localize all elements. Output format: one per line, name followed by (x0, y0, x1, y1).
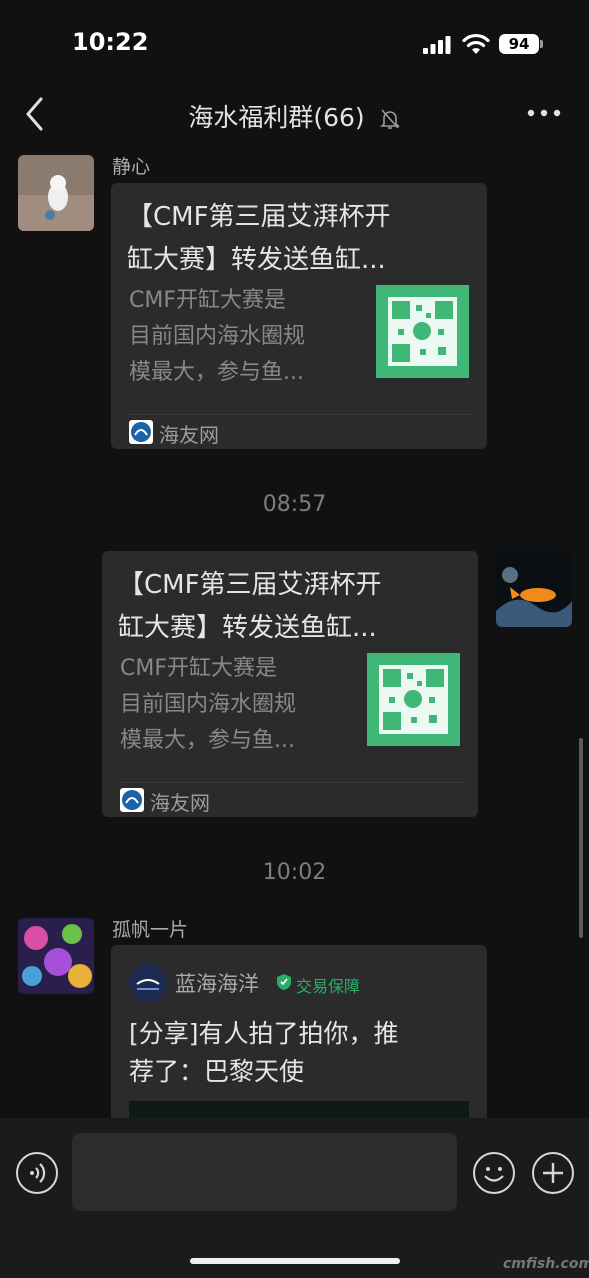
card-title-line: 荐了：巴黎天使 (129, 1057, 305, 1086)
haiyou-logo-icon (129, 420, 153, 444)
avatar-self[interactable] (496, 551, 572, 627)
card-desc-line: CMF开缸大赛是 (120, 656, 277, 681)
card-desc-line: 模最大，参与鱼... (120, 728, 295, 753)
avatar-image (18, 155, 94, 231)
qr-code-thumbnail (376, 285, 469, 378)
card-title-line: 缸大赛】转发送鱼缸... (127, 245, 386, 275)
sender-name: 孤帆一片 (112, 919, 189, 941)
more-options-icon[interactable] (526, 103, 564, 123)
shield-check-icon (277, 974, 291, 990)
timestamp: 08:57 (262, 492, 327, 517)
card-divider (127, 414, 471, 415)
status-time: 10:22 (72, 28, 149, 56)
sender-name: 静心 (112, 156, 151, 178)
trade-guarantee-badge: 交易保障 (296, 977, 361, 996)
article-card[interactable]: 【CMF第三届艾湃杯开 缸大赛】转发送鱼缸... CMF开缸大赛是 目前国内海水… (102, 551, 478, 817)
card-title-line: [分享]有人拍了拍你，推 (129, 1019, 399, 1048)
card-desc-line: 目前国内海水圈规 (129, 324, 306, 349)
voice-input-button[interactable] (16, 1152, 58, 1194)
watermark: cmfish.com (503, 1256, 589, 1272)
card-desc-line: CMF开缸大赛是 (129, 288, 286, 313)
timestamp: 10:02 (262, 860, 327, 885)
scroll-indicator[interactable] (579, 738, 583, 938)
emoji-icon (484, 1167, 504, 1182)
article-card[interactable]: 【CMF第三届艾湃杯开 缸大赛】转发送鱼缸... CMF开缸大赛是 目前国内海水… (111, 183, 487, 449)
home-indicator[interactable] (190, 1258, 400, 1264)
chat-title-text: 海水福利群(66) (188, 103, 365, 132)
avatar-gufan[interactable] (18, 918, 94, 994)
qr-code-thumbnail (367, 653, 460, 746)
haiyou-logo-icon (120, 788, 144, 812)
card-desc-line: 目前国内海水圈规 (120, 692, 297, 717)
shop-logo-icon (129, 964, 167, 1002)
wifi-icon (462, 33, 490, 54)
voice-icon (30, 1163, 46, 1183)
avatar-jingxin[interactable] (18, 155, 94, 231)
card-title-line: 【CMF第三届艾湃杯开 (127, 202, 391, 232)
card-source: 海友网 (150, 791, 210, 815)
battery-indicator: 94 (499, 34, 539, 54)
avatar-image (496, 551, 572, 627)
mute-bell-icon (379, 109, 400, 129)
add-attachment-button[interactable] (532, 1152, 574, 1194)
avatar-image (18, 918, 94, 994)
chat-title: 海水福利群(66) (0, 98, 589, 134)
shop-share-card[interactable]: 蓝海海洋 交易保障 [分享]有人拍了拍你，推 荐了：巴黎天使 (111, 945, 487, 1145)
plus-icon (543, 1163, 563, 1183)
message-input[interactable] (72, 1133, 457, 1211)
battery-tip (540, 40, 543, 48)
card-title-line: 缸大赛】转发送鱼缸... (118, 613, 377, 643)
card-desc-line: 模最大，参与鱼... (129, 360, 304, 385)
cellular-signal-icon (423, 36, 451, 54)
card-divider (118, 782, 462, 783)
card-title-line: 【CMF第三届艾湃杯开 (118, 570, 382, 600)
emoji-button[interactable] (473, 1152, 515, 1194)
card-source: 海友网 (159, 423, 219, 447)
shop-name: 蓝海海洋 (175, 972, 259, 996)
